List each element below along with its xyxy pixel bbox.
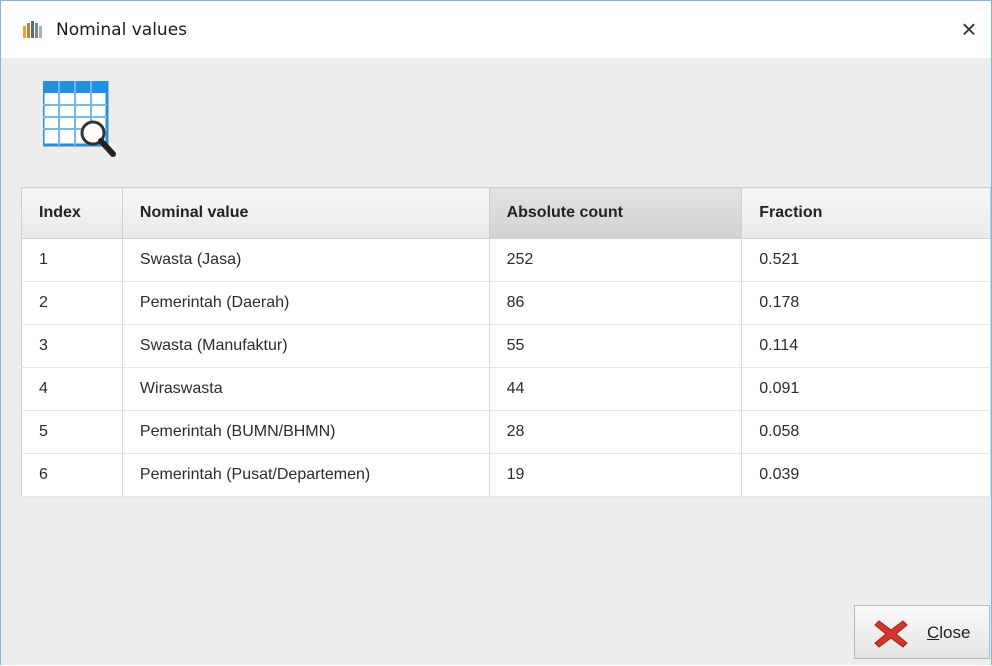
cell-absolute-count: 28	[489, 410, 743, 454]
cell-absolute-count: 55	[489, 324, 743, 368]
cell-fraction: 0.039	[741, 453, 991, 497]
table-row[interactable]: 3 Swasta (Manufaktur) 55 0.114	[21, 324, 991, 368]
table-row[interactable]: 1 Swasta (Jasa) 252 0.521	[21, 238, 991, 282]
cell-absolute-count: 44	[489, 367, 743, 411]
cell-absolute-count: 86	[489, 281, 743, 325]
cell-nominal-value: Pemerintah (Pusat/Departemen)	[122, 453, 490, 497]
table-row[interactable]: 5 Pemerintah (BUMN/BHMN) 28 0.058	[21, 410, 991, 454]
cell-fraction: 0.058	[741, 410, 991, 454]
column-header-nominal-value[interactable]: Nominal value	[121, 187, 490, 239]
column-header-absolute-count[interactable]: Absolute count	[488, 187, 743, 239]
cell-absolute-count: 252	[489, 238, 743, 282]
table-row[interactable]: 4 Wiraswasta 44 0.091	[21, 367, 991, 411]
cell-nominal-value: Wiraswasta	[122, 367, 490, 411]
close-button[interactable]: Close	[854, 605, 990, 659]
cell-nominal-value: Pemerintah (Daerah)	[122, 281, 490, 325]
close-button-label: Close	[927, 623, 971, 642]
cell-fraction: 0.178	[741, 281, 991, 325]
nominal-values-table: Index Nominal value Absolute count Fract…	[21, 187, 991, 497]
nominal-values-dialog: Nominal values × Index Nominal value Abs…	[0, 0, 992, 665]
table-row[interactable]: 2 Pemerintah (Daerah) 86 0.178	[21, 281, 991, 325]
cell-index: 6	[21, 453, 123, 497]
cell-index: 3	[21, 324, 123, 368]
title-bar[interactable]: Nominal values ×	[1, 1, 991, 58]
table-row[interactable]: 6 Pemerintah (Pusat/Departemen) 19 0.039	[21, 453, 991, 497]
cell-index: 2	[21, 281, 123, 325]
cell-index: 4	[21, 367, 123, 411]
cell-absolute-count: 19	[489, 453, 743, 497]
cell-fraction: 0.091	[741, 367, 991, 411]
column-header-fraction[interactable]: Fraction	[741, 187, 991, 239]
window-title: Nominal values	[56, 20, 188, 40]
dialog-content: Index Nominal value Absolute count Fract…	[1, 58, 991, 665]
column-header-index[interactable]: Index	[21, 187, 123, 239]
cell-index: 5	[21, 410, 123, 454]
cell-nominal-value: Pemerintah (BUMN/BHMN)	[122, 410, 490, 454]
table-header-row: Index Nominal value Absolute count Fract…	[21, 187, 991, 239]
cell-fraction: 0.114	[741, 324, 991, 368]
close-icon[interactable]: ×	[957, 16, 981, 42]
red-x-icon	[874, 620, 908, 648]
cell-nominal-value: Swasta (Manufaktur)	[122, 324, 490, 368]
cell-index: 1	[21, 238, 123, 282]
cell-fraction: 0.521	[741, 238, 991, 282]
table-search-icon	[43, 81, 116, 157]
cell-nominal-value: Swasta (Jasa)	[122, 238, 490, 282]
app-logo-icon	[23, 21, 42, 38]
